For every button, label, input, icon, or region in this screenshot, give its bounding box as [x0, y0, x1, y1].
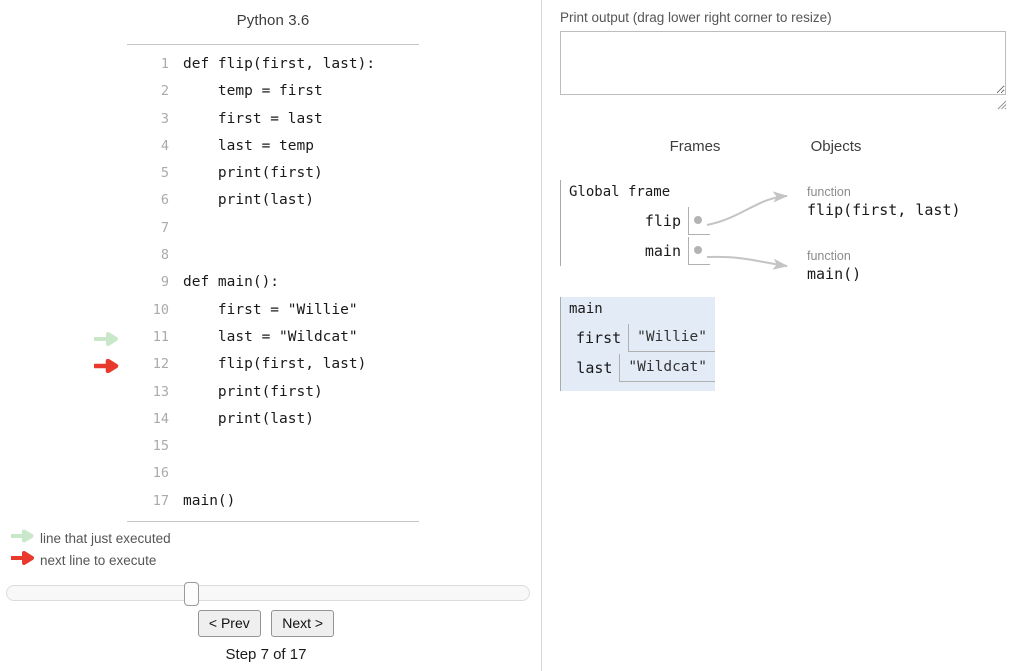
executed-arrow-icon	[10, 528, 38, 550]
legend-next-label: next line to execute	[40, 553, 157, 568]
variable-name: last	[576, 359, 613, 377]
frame-variable-row: first "Willie"	[561, 323, 715, 353]
stack-frame-title: main	[569, 301, 603, 317]
code-line[interactable]: 10 first = "Willie"	[127, 297, 419, 324]
line-code-text: temp = first	[183, 83, 323, 100]
code-line[interactable]: 11 last = "Wildcat"	[94, 324, 419, 351]
frames-column-title: Frames	[669, 138, 721, 155]
line-number: 15	[152, 438, 169, 455]
line-number: 6	[160, 192, 169, 209]
variable-value	[688, 237, 710, 265]
code-line[interactable]: 12 flip(first, last)	[94, 351, 419, 378]
line-code-text: def flip(first, last):	[183, 56, 376, 72]
next-arrow-icon	[10, 550, 38, 572]
line-number: 11	[152, 328, 169, 345]
line-code-text: first = last	[183, 110, 323, 127]
code-line[interactable]: 16	[127, 460, 419, 487]
code-pane: Python 3.6 1 def flip(first, last): 2 temp…	[0, 0, 541, 671]
objects-column-title: Objects	[810, 138, 862, 155]
code-line[interactable]: 9 def main():	[127, 269, 419, 296]
code-line[interactable]: 2 temp = first	[127, 78, 419, 105]
code-line[interactable]: 1 def flip(first, last):	[127, 51, 419, 78]
code-line[interactable]: 6 print(last)	[127, 187, 419, 214]
step-slider[interactable]	[6, 582, 532, 606]
variable-value: "Willie"	[628, 324, 715, 352]
print-output-label: Print output (drag lower right corner to…	[560, 10, 832, 25]
code-line[interactable]: 15	[127, 433, 419, 460]
line-number: 17	[152, 492, 169, 509]
executed-line-arrow-icon	[94, 324, 124, 351]
line-code-text: def main():	[183, 274, 280, 291]
line-code-text: last = temp	[183, 137, 314, 154]
line-number: 16	[152, 465, 169, 482]
code-line[interactable]: 4 last = temp	[127, 133, 419, 160]
object-type-label: function	[807, 185, 851, 199]
frame-variable-row: main	[561, 236, 710, 266]
legend-next: next line to execute	[10, 550, 171, 572]
variable-name: flip	[644, 212, 681, 230]
line-code-text: main()	[183, 492, 236, 509]
frame-variable-row: flip	[561, 206, 710, 236]
code-line[interactable]: 8	[127, 242, 419, 269]
python-tutor-app: Python 3.6 1 def flip(first, last): 2 temp…	[0, 0, 1015, 671]
code-line[interactable]: 3 first = last	[127, 106, 419, 133]
visualization-pane: Print output (drag lower right corner to…	[542, 0, 1015, 671]
frame-variable-row: last "Wildcat"	[561, 353, 715, 383]
pointer-dot-icon	[694, 246, 702, 254]
variable-name: first	[576, 329, 622, 347]
legend-executed: line that just executed	[10, 528, 171, 550]
object-signature: flip(first, last)	[807, 201, 961, 219]
line-number: 8	[160, 247, 169, 264]
line-code-text: print(first)	[183, 383, 323, 400]
object-type-label: function	[807, 249, 851, 263]
line-number: 2	[160, 83, 169, 100]
pointer-dot-icon	[694, 216, 702, 224]
line-code-text: flip(first, last)	[183, 356, 367, 373]
global-frame-title: Global frame	[569, 184, 671, 200]
step-counter: Step 7 of 17	[225, 646, 307, 663]
line-code-text: last = "Wildcat"	[183, 328, 358, 345]
variable-value: "Wildcat"	[619, 354, 715, 382]
line-code-text: print(last)	[183, 410, 314, 427]
line-number: 7	[160, 219, 169, 236]
line-number: 13	[152, 383, 169, 400]
global-frame: Global frame flip main	[560, 180, 710, 266]
code-line[interactable]: 13 print(first)	[127, 379, 419, 406]
code-line[interactable]: 14 print(last)	[127, 406, 419, 433]
line-number: 4	[160, 137, 169, 154]
legend-executed-label: line that just executed	[40, 531, 171, 546]
line-number: 3	[160, 110, 169, 127]
line-number: 9	[160, 274, 169, 291]
next-line-arrow-icon	[94, 351, 124, 378]
line-code-text: print(first)	[183, 165, 323, 182]
line-number: 10	[152, 301, 169, 318]
step-controls: < Prev Next > Step 7 of 17	[0, 610, 532, 663]
code-line[interactable]: 17 main()	[127, 488, 419, 515]
line-number: 12	[152, 356, 169, 373]
variable-name: main	[644, 242, 681, 260]
line-number: 5	[160, 165, 169, 182]
object-signature: main()	[807, 265, 862, 283]
variable-value	[688, 207, 710, 235]
code-listing: 1 def flip(first, last): 2 temp = first 3 f…	[94, 44, 419, 523]
prev-button[interactable]: < Prev	[197, 610, 261, 637]
line-number: 14	[152, 410, 169, 427]
line-code-text: first = "Willie"	[183, 301, 358, 318]
print-output-textarea[interactable]	[560, 31, 1006, 95]
line-code-text: print(last)	[183, 192, 314, 209]
language-label: Python 3.6	[236, 12, 310, 29]
code-line[interactable]: 7	[127, 215, 419, 242]
next-button[interactable]: Next >	[271, 610, 335, 637]
resize-handle-icon[interactable]	[997, 97, 1007, 110]
heap-object-function-flip: function flip(first, last)	[807, 185, 961, 221]
slider-thumb[interactable]	[184, 582, 199, 606]
code-line[interactable]: 5 print(first)	[127, 160, 419, 187]
line-number: 1	[160, 56, 169, 72]
slider-track[interactable]	[6, 585, 530, 601]
stack-frame-main: main first "Willie" last "Wildcat"	[560, 297, 715, 391]
heap-object-function-main: function main()	[807, 249, 861, 285]
arrow-legend: line that just executed next line to exe…	[10, 528, 171, 572]
